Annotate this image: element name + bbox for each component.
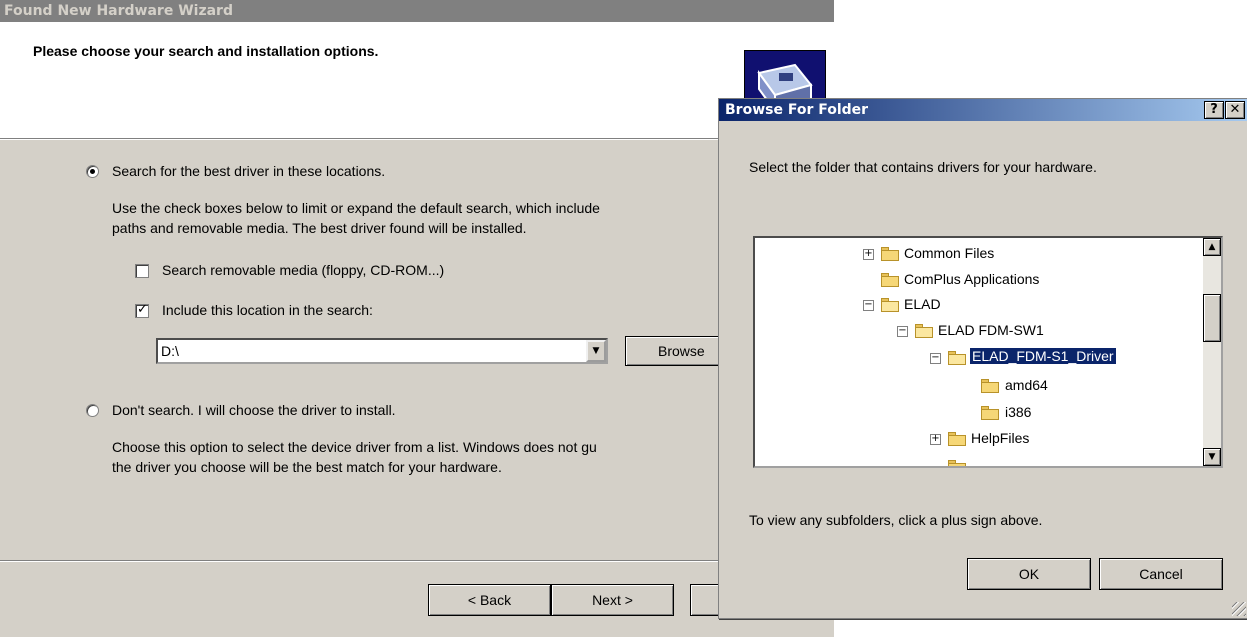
search-description-line1: Use the check boxes below to limit or ex… <box>112 200 600 216</box>
search-best-driver-radio[interactable] <box>86 165 99 178</box>
folder-tree[interactable]: + Common Files ComPlus Applications − EL… <box>753 236 1223 468</box>
tree-item-common-files[interactable]: Common Files <box>904 245 994 261</box>
scroll-thumb[interactable] <box>1203 294 1221 342</box>
open-folder-icon <box>881 298 899 312</box>
ok-button[interactable]: OK <box>967 558 1091 590</box>
browse-instruction: Select the folder that contains drivers … <box>749 159 1097 175</box>
folder-icon <box>948 460 966 466</box>
include-location-label[interactable]: Include this location in the search: <box>162 302 373 318</box>
removable-media-label[interactable]: Search removable media (floppy, CD-ROM..… <box>162 262 444 278</box>
search-best-driver-label[interactable]: Search for the best driver in these loca… <box>112 163 385 179</box>
location-value[interactable]: D:\ <box>161 343 179 359</box>
tree-item-complus-applications[interactable]: ComPlus Applications <box>904 271 1039 287</box>
wizard-title-bar[interactable]: Found New Hardware Wizard <box>0 0 834 22</box>
close-button[interactable]: ✕ <box>1225 101 1245 119</box>
next-button[interactable]: Next > <box>551 584 674 616</box>
collapse-minus-icon[interactable]: − <box>897 326 908 337</box>
back-button[interactable]: < Back <box>428 584 551 616</box>
folder-icon <box>881 273 899 287</box>
browse-title-bar[interactable]: Browse For Folder <box>719 99 1247 121</box>
dont-search-description-line1: Choose this option to select the device … <box>112 439 597 455</box>
folder-icon <box>981 379 999 393</box>
expand-plus-icon[interactable]: + <box>863 249 874 260</box>
help-button[interactable]: ? <box>1204 101 1224 119</box>
cancel-button[interactable]: Cancel <box>1099 558 1223 590</box>
tree-item-helpfiles[interactable]: HelpFiles <box>971 430 1029 446</box>
tree-item-elad-fdm-sw1[interactable]: ELAD FDM-SW1 <box>938 322 1044 338</box>
dont-search-label[interactable]: Don't search. I will choose the driver t… <box>112 402 396 418</box>
expand-plus-icon[interactable]: + <box>930 434 941 445</box>
folder-icon <box>881 247 899 261</box>
tree-item-i386[interactable]: i386 <box>1005 404 1031 420</box>
tree-item-elad-fdm-s1-driver[interactable]: ELAD_FDM-S1_Driver <box>969 347 1117 365</box>
include-location-checkbox[interactable] <box>135 302 149 318</box>
collapse-minus-icon[interactable]: − <box>930 353 941 364</box>
header-divider <box>0 139 834 140</box>
collapse-minus-icon[interactable]: − <box>863 300 874 311</box>
chevron-down-icon[interactable]: ▼ <box>586 340 606 362</box>
browse-for-folder-dialog: Browse For Folder ? ✕ Select the folder … <box>718 98 1247 619</box>
removable-media-checkbox[interactable] <box>135 264 149 278</box>
wizard-window: Found New Hardware Wizard Please choose … <box>0 0 834 637</box>
wizard-header <box>0 22 834 139</box>
location-combobox[interactable]: D:\ ▼ <box>156 338 608 364</box>
search-description-line2: paths and removable media. The best driv… <box>112 220 527 236</box>
tree-item-amd64[interactable]: amd64 <box>1005 377 1048 393</box>
scroll-up-icon[interactable]: ▲ <box>1203 238 1221 256</box>
dont-search-description-line2: the driver you choose will be the best m… <box>112 459 502 475</box>
scroll-down-icon[interactable]: ▼ <box>1203 448 1221 466</box>
folder-icon <box>981 406 999 420</box>
resize-grip-icon[interactable] <box>1232 602 1246 616</box>
open-folder-icon <box>948 351 966 365</box>
dont-search-radio[interactable] <box>86 404 99 417</box>
tree-scrollbar[interactable]: ▲ ▼ <box>1203 238 1221 466</box>
wizard-heading: Please choose your search and installati… <box>33 43 379 59</box>
tree-item-elad[interactable]: ELAD <box>904 296 941 312</box>
folder-icon <box>948 432 966 446</box>
footer-divider <box>0 560 834 562</box>
subfolder-hint: To view any subfolders, click a plus sig… <box>749 512 1043 528</box>
open-folder-icon <box>915 324 933 338</box>
